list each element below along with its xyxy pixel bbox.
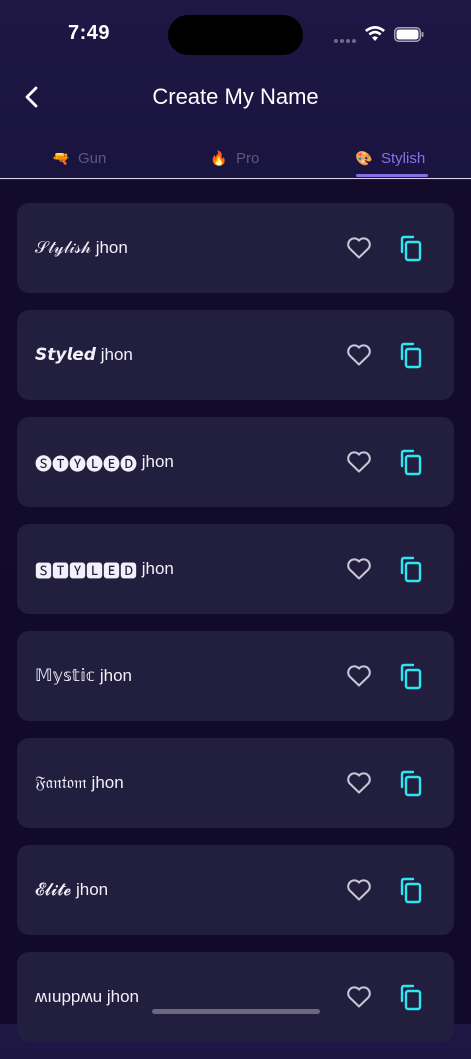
- tab-bar: 🔫 Gun 🔥 Pro 🎨 Stylish: [0, 134, 471, 179]
- copy-icon[interactable]: [398, 342, 422, 369]
- copy-icon[interactable]: [398, 984, 422, 1011]
- styled-name: 𝕄𝕪𝕤𝕥𝕚𝕔 jhon: [35, 666, 132, 685]
- signal-icon: [334, 38, 358, 44]
- name-list: 𝒮𝓉𝓎𝓁𝒾𝓈𝒽 jhon 𝙎𝙩𝙮𝙡𝙚𝙙 jhon 🅢🅣🅨🅛🅔🅓 jhon 🆂🆃🆈…: [17, 203, 454, 1059]
- styled-name: 𝔉𝔞𝔫𝔱𝔬𝔪 jhon: [35, 773, 124, 792]
- palette-icon: 🎨: [355, 149, 373, 166]
- tab-stylish[interactable]: 🎨 Stylish: [355, 140, 425, 176]
- heart-icon[interactable]: [346, 236, 372, 260]
- list-item[interactable]: 🅢🅣🅨🅛🅔🅓 jhon: [17, 417, 454, 507]
- heart-icon[interactable]: [346, 878, 372, 902]
- styled-name: 𝒮𝓉𝓎𝓁𝒾𝓈𝒽 jhon: [35, 238, 128, 257]
- tab-label: Gun: [78, 149, 107, 167]
- wifi-icon: [365, 26, 385, 41]
- heart-icon[interactable]: [346, 771, 372, 795]
- styled-name: 🆂🆃🆈🅻🅴🅳 jhon: [35, 559, 174, 581]
- home-indicator[interactable]: [152, 1009, 320, 1014]
- heart-icon[interactable]: [346, 343, 372, 367]
- gun-icon: 🔫: [52, 149, 70, 166]
- tab-active-indicator: [356, 174, 428, 177]
- heart-icon[interactable]: [346, 557, 372, 581]
- list-item[interactable]: 𝕄𝕪𝕤𝕥𝕚𝕔 jhon: [17, 631, 454, 721]
- copy-icon[interactable]: [398, 556, 422, 583]
- heart-icon[interactable]: [346, 450, 372, 474]
- page-title: Create My Name: [152, 84, 319, 109]
- tab-label: Stylish: [381, 149, 426, 167]
- styled-name: 🅢🅣🅨🅛🅔🅓 jhon: [35, 452, 174, 474]
- styled-name: 𝓔𝓵𝓲𝓽𝓮 jhon: [35, 880, 109, 899]
- heart-icon[interactable]: [346, 985, 372, 1009]
- list-item[interactable]: 𝒮𝓉𝓎𝓁𝒾𝓈𝒽 jhon: [17, 203, 454, 293]
- nav-bar: Create My Name: [0, 70, 471, 126]
- list-item[interactable]: 𝓔𝓵𝓲𝓽𝓮 jhon: [17, 845, 454, 935]
- battery-icon: [394, 27, 424, 42]
- styled-name: ʍıuppʍu jhon: [35, 987, 139, 1006]
- styled-name: 𝙎𝙩𝙮𝙡𝙚𝙙 jhon: [35, 345, 133, 364]
- copy-icon[interactable]: [398, 877, 422, 904]
- fire-icon: 🔥: [210, 149, 228, 166]
- tab-gun[interactable]: 🔫 Gun: [52, 140, 106, 176]
- dynamic-island: [168, 15, 303, 55]
- tab-pro[interactable]: 🔥 Pro: [210, 140, 259, 176]
- copy-icon[interactable]: [398, 663, 422, 690]
- list-item[interactable]: 🆂🆃🆈🅻🅴🅳 jhon: [17, 524, 454, 614]
- status-time: 7:49: [68, 22, 111, 44]
- status-bar: 7:49: [0, 0, 471, 70]
- list-item[interactable]: 𝔉𝔞𝔫𝔱𝔬𝔪 jhon: [17, 738, 454, 828]
- list-item[interactable]: 𝙎𝙩𝙮𝙡𝙚𝙙 jhon: [17, 310, 454, 400]
- copy-icon[interactable]: [398, 449, 422, 476]
- heart-icon[interactable]: [346, 664, 372, 688]
- copy-icon[interactable]: [398, 235, 422, 262]
- copy-icon[interactable]: [398, 770, 422, 797]
- tab-label: Pro: [236, 149, 260, 167]
- list-item[interactable]: ʍıuppʍu jhon: [17, 952, 454, 1042]
